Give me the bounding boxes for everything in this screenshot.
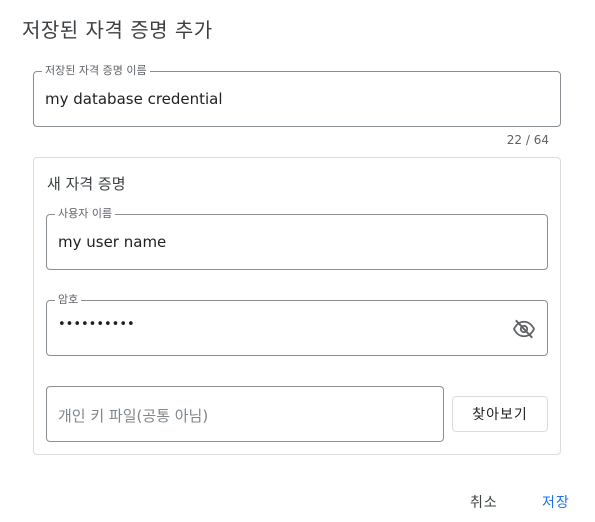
character-counter: 22 / 64 xyxy=(506,133,549,147)
dialog-title: 저장된 자격 증명 추가 xyxy=(22,18,213,42)
credential-name-label: 저장된 자격 증명 이름 xyxy=(42,64,150,78)
username-value: my user name xyxy=(58,233,167,251)
new-credential-title: 새 자격 증명 xyxy=(47,175,126,193)
username-field[interactable]: 사용자 이름 my user name xyxy=(46,207,548,270)
password-label: 암호 xyxy=(55,293,82,307)
credential-name-field[interactable]: 저장된 자격 증명 이름 my database credential xyxy=(33,64,561,127)
browse-button[interactable]: 찾아보기 xyxy=(452,396,548,432)
private-key-placeholder: 개인 키 파일(공통 아님) xyxy=(58,407,209,425)
eye-off-icon[interactable] xyxy=(512,319,536,339)
password-value: •••••••••• xyxy=(58,317,135,332)
password-field[interactable]: 암호 •••••••••• xyxy=(46,293,548,356)
save-button[interactable]: 저장 xyxy=(542,492,570,512)
credential-name-value: my database credential xyxy=(45,90,223,108)
cancel-button[interactable]: 취소 xyxy=(470,492,498,512)
username-label: 사용자 이름 xyxy=(55,207,116,221)
private-key-field[interactable]: 개인 키 파일(공통 아님) xyxy=(46,386,444,442)
